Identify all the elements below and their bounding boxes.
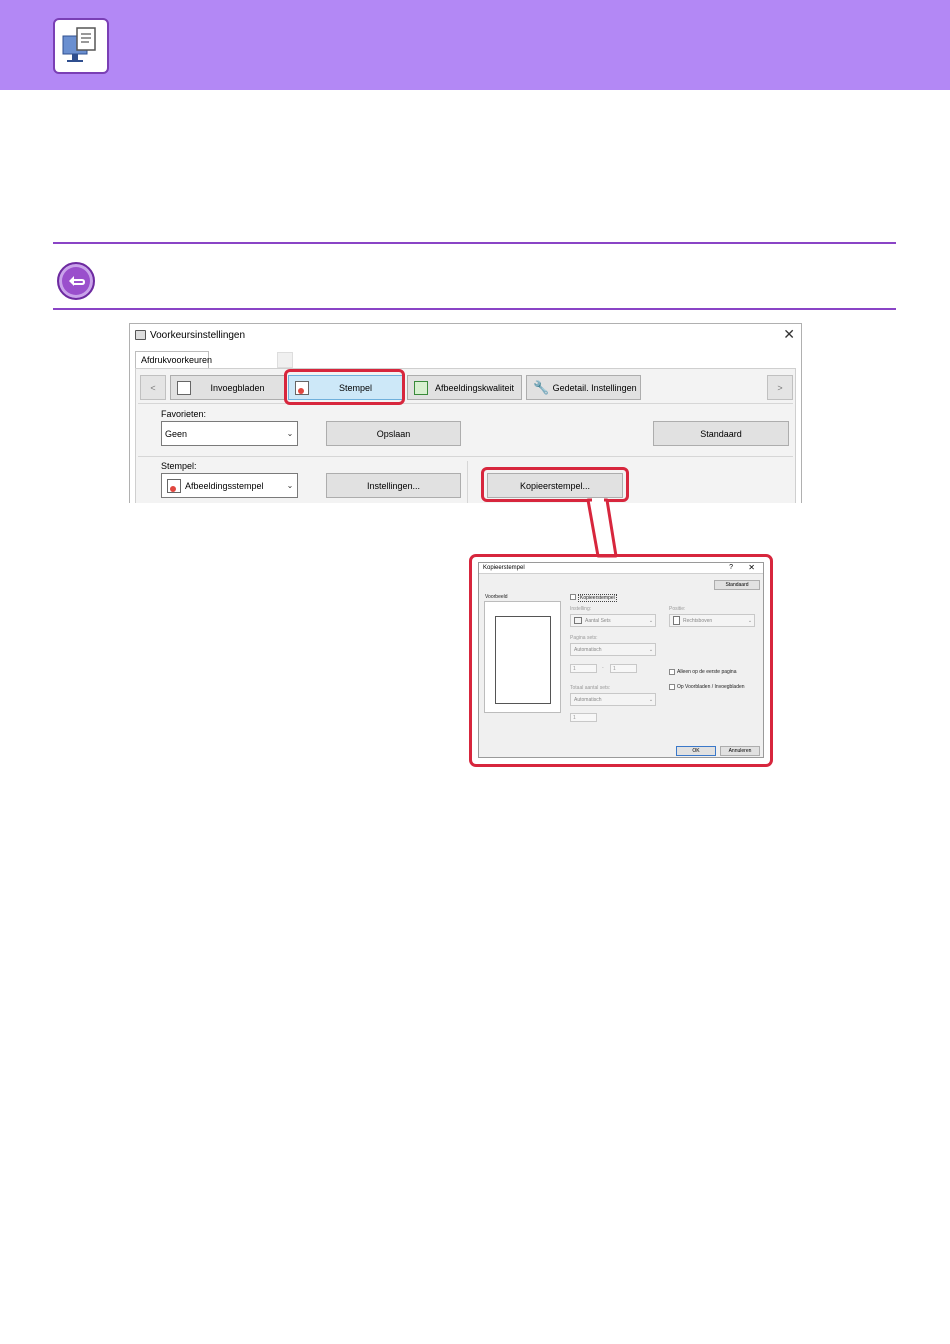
gedetail-instellingen-button[interactable]: 🔧 Gedetail. Instellingen xyxy=(526,375,641,400)
stempel-field-label: Stempel: xyxy=(161,461,197,471)
favorieten-label: Favorieten: xyxy=(161,409,207,419)
totaal-label: Totaal aantal sets: xyxy=(570,685,611,691)
chevron-down-icon: ⌄ xyxy=(286,429,294,438)
tab-placeholder xyxy=(277,352,293,368)
kopieerstempel-dialog: Kopieerstempel ? ✕ Standaard Voorbeeld K… xyxy=(478,562,764,758)
preview-frame xyxy=(484,601,561,713)
sub-dialog-title: Kopieerstempel xyxy=(483,565,525,571)
range-to-input[interactable]: 1 xyxy=(610,664,637,673)
header-band xyxy=(0,0,950,90)
stempel-label: Stempel xyxy=(338,382,373,393)
wrench-icon: 🔧 xyxy=(533,379,550,395)
chevron-down-icon: ⌄ xyxy=(747,617,753,624)
instelling-select[interactable]: Aantal Sets ⌄ xyxy=(570,614,656,627)
chevron-down-icon: ⌄ xyxy=(648,617,654,624)
preferences-dialog: Voorkeursinstellingen ✕ Afdrukvoorkeuren… xyxy=(129,323,802,503)
scroll-left-button[interactable]: < xyxy=(140,375,166,400)
printer-icon xyxy=(135,330,146,340)
positie-value: Rechtsboven xyxy=(683,617,713,624)
image-quality-icon xyxy=(414,380,428,395)
instelling-value: Aantal Sets xyxy=(585,617,611,624)
kopieerstempel-checkbox[interactable] xyxy=(570,594,576,600)
separator xyxy=(138,456,793,457)
sub-standaard-button[interactable]: Standaard xyxy=(714,580,760,590)
close-icon[interactable]: ✕ xyxy=(783,326,795,343)
preview-page xyxy=(495,616,551,704)
op-voorbladen-checkbox[interactable] xyxy=(669,684,675,690)
invoegbladen-label: Invoegbladen xyxy=(210,382,265,393)
standaard-button[interactable]: Standaard xyxy=(653,421,789,446)
pages-icon xyxy=(177,380,191,395)
tab-afdrukvoorkeuren[interactable]: Afdrukvoorkeuren xyxy=(135,351,212,369)
pc-print-icon xyxy=(53,18,109,74)
instelling-label: Instelling: xyxy=(570,606,592,612)
stamp-icon xyxy=(295,380,309,395)
pagina-sets-label: Pagina sets: xyxy=(570,635,598,641)
sets-icon xyxy=(574,617,582,624)
note-top-rule xyxy=(53,242,896,244)
kopieerstempel-button[interactable]: Kopieerstempel... xyxy=(487,473,623,498)
annuleren-button[interactable]: Annuleren xyxy=(720,746,760,756)
separator xyxy=(138,403,793,404)
return-arrow-icon xyxy=(57,262,95,300)
page-icon xyxy=(673,616,680,625)
dialog-title: Voorkeursinstellingen xyxy=(150,330,246,341)
opslaan-button[interactable]: Opslaan xyxy=(326,421,461,446)
scroll-right-button[interactable]: > xyxy=(767,375,793,400)
positie-label: Positie: xyxy=(669,606,686,612)
chevron-down-icon: ⌄ xyxy=(648,696,654,703)
close-icon[interactable]: ✕ xyxy=(748,563,755,572)
alleen-eerste-label: Alleen op de eerste pagina xyxy=(677,669,737,675)
pagina-sets-value: Automatisch xyxy=(574,646,602,653)
positie-select[interactable]: Rechtsboven ⌄ xyxy=(669,614,755,627)
instellingen-button[interactable]: Instellingen... xyxy=(326,473,461,498)
totaal-value: Automatisch xyxy=(574,696,602,703)
chevron-down-icon: ⌄ xyxy=(648,646,654,653)
gedetail-instellingen-label: Gedetail. Instellingen xyxy=(552,382,637,393)
invoegbladen-button[interactable]: Invoegbladen xyxy=(170,375,285,400)
alleen-eerste-checkbox[interactable] xyxy=(669,669,675,675)
op-voorbladen-label: Op Voorbladen / Invoegbladen xyxy=(677,684,745,690)
favorieten-value: Geen xyxy=(165,428,188,439)
stempel-select[interactable]: Afbeeldingsstempel ⌄ xyxy=(161,473,298,498)
kopieerstempel-check-label: Kopieerstempel xyxy=(578,594,617,602)
range-from-input[interactable]: 1 xyxy=(570,664,597,673)
totaal-input[interactable]: 1 xyxy=(570,713,597,722)
range-separator: - xyxy=(602,665,604,671)
ok-button[interactable]: OK xyxy=(676,746,716,756)
stempel-value: Afbeeldingsstempel xyxy=(185,480,264,491)
stempel-button[interactable]: Stempel xyxy=(288,375,403,400)
chevron-down-icon: ⌄ xyxy=(286,481,294,490)
vertical-separator xyxy=(467,461,468,503)
voorbeeld-label: Voorbeeld xyxy=(485,594,508,600)
callout-connector xyxy=(586,498,618,558)
afbeeldingskwaliteit-button[interactable]: Afbeeldingskwaliteit xyxy=(407,375,522,400)
pagina-sets-select[interactable]: Automatisch ⌄ xyxy=(570,643,656,656)
afbeeldingskwaliteit-label: Afbeeldingskwaliteit xyxy=(434,382,515,393)
note-bottom-rule xyxy=(53,308,896,310)
favorieten-select[interactable]: Geen ⌄ xyxy=(161,421,298,446)
totaal-select[interactable]: Automatisch ⌄ xyxy=(570,693,656,706)
help-icon[interactable]: ? xyxy=(729,564,733,571)
stamp-icon xyxy=(167,478,181,493)
